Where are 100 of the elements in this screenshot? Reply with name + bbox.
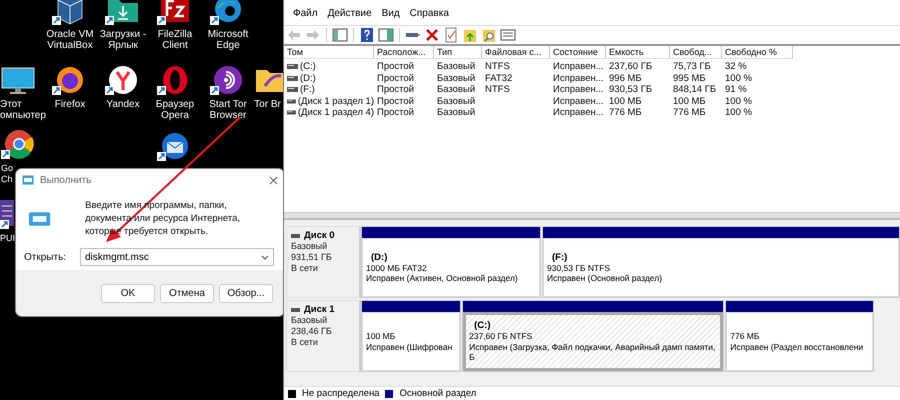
partition-block[interactable]: (C:) 237,60 ГБ NTFS Исправен (Загрузка, Файл подкачки, Аварийный дамп памяти, Б	[462, 300, 724, 372]
disk-name: Диск 0	[304, 230, 335, 241]
delete-icon[interactable]	[424, 27, 440, 43]
partition-letter: (F:)	[551, 252, 568, 262]
table-cell: (F:)	[300, 84, 315, 96]
folder-search-icon[interactable]	[481, 27, 497, 43]
partition-block[interactable]: (D:) 1000 МБ FAT32 Исправен (Активен, Основной раздел)	[361, 226, 541, 298]
partition-status: Исправен (Основной раздел)	[547, 273, 664, 284]
table-cell: Исправен...	[553, 72, 604, 84]
dialog-title: Выполнить	[40, 174, 92, 186]
column-header[interactable]: Том	[284, 46, 374, 59]
table-cell: (D:)	[300, 72, 316, 84]
column-header[interactable]: Свобод...	[670, 46, 722, 59]
partition-letter: (D:)	[370, 252, 388, 262]
partition-size: 100 МБ	[366, 331, 396, 342]
icon-label: Oracle VM VirtualBox	[45, 29, 95, 51]
table-cell: Исправен...	[553, 96, 604, 107]
disk-type: Базовый	[291, 315, 328, 326]
table-cell: Простой	[377, 84, 414, 96]
help-icon[interactable]	[359, 27, 375, 43]
close-icon[interactable]	[269, 176, 278, 184]
icon-label: Этот омпьютер	[0, 99, 44, 121]
table-cell: 75,73 ГБ	[673, 61, 711, 72]
table-cell: NTFS	[485, 61, 510, 72]
table-cell: Простой	[377, 107, 414, 118]
legend-label: Основной раздел	[399, 388, 476, 399]
icon-label: Браузер Opera	[154, 99, 196, 121]
run-icon	[22, 175, 34, 185]
table-cell: 995 МБ	[673, 72, 706, 84]
drive-icon	[287, 87, 298, 92]
pane-icon[interactable]	[378, 27, 394, 43]
partition-size: 930,53 ГБ NTFS	[547, 262, 612, 273]
table-cell: 848,14 ГБ	[673, 84, 716, 96]
icon-label: Загрузки - Ярлык	[98, 29, 148, 51]
column-header[interactable]: Файловая с...	[482, 46, 550, 59]
console-tree-icon[interactable]	[332, 27, 348, 43]
table-cell: 32 %	[725, 61, 747, 72]
table-cell: 100 %	[725, 96, 752, 107]
disk-type: Базовый	[291, 241, 328, 252]
table-cell: 237,60 ГБ	[609, 61, 652, 72]
dialog-button[interactable]: OK	[101, 284, 155, 302]
table-cell: Базовый	[437, 96, 476, 107]
table-cell: 996 МБ	[609, 72, 642, 84]
partition-block[interactable]: 100 МБ Исправен (Шифрован	[361, 300, 462, 372]
partition-letter: (C:)	[473, 320, 492, 332]
table-cell: 930,53 ГБ	[609, 84, 652, 96]
menu-item[interactable]: Справка	[404, 8, 454, 25]
table-cell: NTFS	[485, 84, 510, 96]
table-cell: Исправен...	[553, 107, 604, 118]
run-icon	[28, 210, 52, 226]
menu-item[interactable]: Действие	[322, 8, 377, 25]
app-icon[interactable]	[0, 198, 14, 230]
command-field[interactable]: diskmgmt.msc	[80, 248, 274, 266]
icon-label: Microsoft Edge	[206, 29, 250, 51]
table-cell: Базовый	[437, 107, 476, 118]
table-cell: 776 МБ	[609, 107, 642, 118]
column-header[interactable]: Состояние	[550, 46, 606, 59]
table-cell: (Диск 1 раздел 4)	[298, 107, 374, 118]
table-cell: 100 %	[725, 72, 752, 84]
disk-size: 931,51 ГБ	[291, 252, 333, 263]
chevron-down-icon[interactable]	[261, 255, 269, 260]
table-cell: (C:)	[300, 61, 316, 72]
partition-size: 1000 МБ FAT32	[366, 262, 428, 273]
table-cell: (Диск 1 раздел 1)	[298, 96, 374, 107]
download-folder-icon[interactable]	[105, 0, 141, 26]
menu-item[interactable]: Вид	[376, 8, 405, 25]
column-header[interactable]: Тип	[434, 46, 482, 59]
partition-size: 237,60 ГБ NTFS	[469, 331, 534, 342]
disk-size: 238,46 ГБ	[291, 326, 333, 337]
table-cell: 100 МБ	[673, 96, 706, 107]
table-cell: 776 МБ	[673, 107, 706, 118]
partition-block[interactable]: (F:) 930,53 ГБ NTFS Исправен (Основной раздел)	[542, 226, 900, 298]
table-cell: Исправен...	[553, 84, 604, 96]
partition-size: 776 МБ	[730, 331, 760, 342]
partition-status: Исправен (Загрузка, Файл подкачки, Аварийный дамп памяти, Б	[469, 342, 716, 363]
table-cell: Базовый	[437, 84, 476, 96]
partition-block[interactable]: 776 МБ Исправен (Раздел восстановлени	[725, 300, 874, 372]
drive-icon	[291, 308, 300, 312]
disk-status: В сети	[291, 337, 319, 348]
dialog-button[interactable]: Отмена	[160, 284, 214, 302]
table-cell: Простой	[377, 96, 414, 107]
checklist-icon[interactable]	[443, 27, 459, 43]
partition-status: Исправен (Активен, Основной раздел)	[366, 273, 519, 284]
column-header[interactable]: Располож...	[374, 46, 434, 59]
icon-label: Firefox	[54, 99, 86, 110]
icon-label: FileZilla Client	[156, 29, 194, 51]
drive-icon	[287, 98, 296, 104]
dialog-button[interactable]: Обзор...	[219, 284, 273, 302]
list-icon[interactable]	[500, 27, 516, 43]
table-cell: FAT32	[485, 72, 512, 84]
drive-icon	[287, 110, 296, 116]
table-cell: Простой	[377, 61, 414, 72]
table-cell: Исправен...	[553, 61, 604, 72]
legend-label: Не распределена	[302, 388, 380, 399]
menu-item[interactable]: Файл	[288, 8, 323, 25]
disk-status: В сети	[291, 263, 319, 274]
column-header[interactable]: Емкость	[606, 46, 670, 59]
drive-icon	[291, 234, 300, 238]
icon-label: Yandex	[105, 99, 141, 110]
column-header[interactable]: Свободно %	[722, 46, 793, 59]
